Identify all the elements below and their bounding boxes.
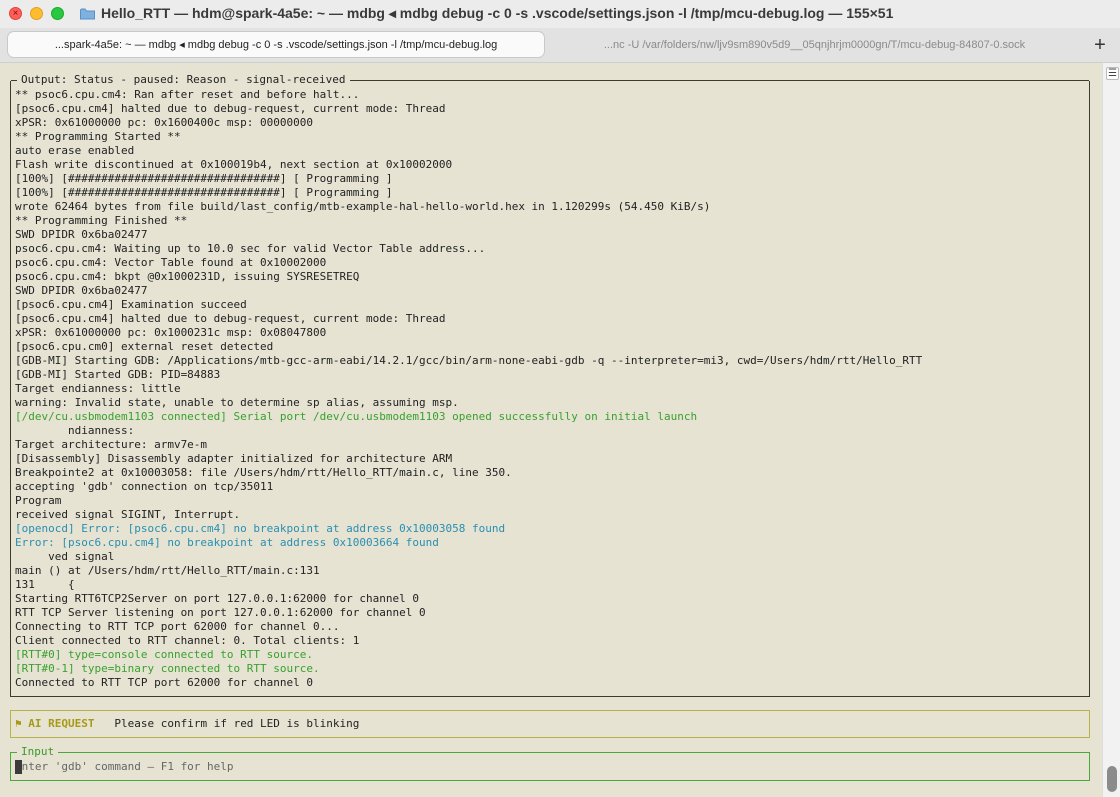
tab-mdbg-debug[interactable]: ...spark-4a5e: ~ — mdbg ◂ mdbg debug -c … xyxy=(7,31,545,58)
window-title: Hello_RTT — hdm@spark-4a5e: ~ — mdbg ◂ m… xyxy=(101,5,894,21)
output-line: [RTT#0] type=console connected to RTT so… xyxy=(15,648,314,661)
output-line: accepting 'gdb' connection on tcp/35011 xyxy=(15,480,274,493)
new-tab-button[interactable]: + xyxy=(1088,33,1112,57)
ai-request-panel: ⚑ AI REQUEST Please confirm if red LED i… xyxy=(10,710,1090,738)
output-line: ** psoc6.cpu.cm4: Ran after reset and be… xyxy=(15,88,360,101)
output-line: warning: Invalid state, unable to determ… xyxy=(15,396,459,409)
output-line: SWD DPIDR 0x6ba02477 xyxy=(15,228,148,241)
output-line: Program xyxy=(15,494,62,507)
tab-label: ...spark-4a5e: ~ — mdbg ◂ mdbg debug -c … xyxy=(54,39,498,51)
input-panel: Input xyxy=(10,745,1090,781)
output-line: psoc6.cpu.cm4: Waiting up to 10.0 sec fo… xyxy=(15,242,486,255)
text-cursor xyxy=(15,760,22,774)
output-line: Error: [psoc6.cpu.cm4] no breakpoint at … xyxy=(15,536,439,549)
minimize-window-button[interactable] xyxy=(30,7,43,20)
output-line: psoc6.cpu.cm4: bkpt @0x1000231D, issuing… xyxy=(15,270,360,283)
output-panel: Output: Status - paused: Reason - signal… xyxy=(10,73,1090,697)
output-line: [100%] [################################… xyxy=(15,186,393,199)
output-log: ** psoc6.cpu.cm4: Ran after reset and be… xyxy=(15,88,922,690)
output-line: Flash write discontinued at 0x100019b4, … xyxy=(15,158,453,171)
flag-icon: ⚑ xyxy=(15,717,22,730)
output-line: ** Programming Started ** xyxy=(15,130,181,143)
scrollbar-menu-icon[interactable]: ☰ xyxy=(1106,67,1119,80)
output-line: xPSR: 0x61000000 pc: 0x1600400c msp: 000… xyxy=(15,116,314,129)
close-window-button[interactable]: × xyxy=(9,7,22,20)
vertical-scrollbar[interactable]: ☰ xyxy=(1102,63,1120,797)
output-line: [100%] [################################… xyxy=(15,172,393,185)
tab-socket[interactable]: ...nc -U /var/folders/nw/ljv9sm890v5d9__… xyxy=(552,31,1077,58)
output-line: received signal SIGINT, Interrupt. xyxy=(15,508,241,521)
output-line: Target architecture: armv7e-m xyxy=(15,438,208,451)
output-line: Starting RTT6TCP2Server on port 127.0.0.… xyxy=(15,592,419,605)
window-titlebar: × Hello_RTT — hdm@spark-4a5e: ~ — mdbg ◂… xyxy=(0,0,1120,28)
output-line: [openocd] Error: [psoc6.cpu.cm4] no brea… xyxy=(15,522,506,535)
output-line: [psoc6.cpu.cm4] halted due to debug-requ… xyxy=(15,102,446,115)
output-line: main () at /Users/hdm/rtt/Hello_RTT/main… xyxy=(15,564,320,577)
output-line: auto erase enabled xyxy=(15,144,135,157)
output-line: Client connected to RTT channel: 0. Tota… xyxy=(15,634,360,647)
output-line: Connected to RTT TCP port 62000 for chan… xyxy=(15,676,314,689)
folder-icon xyxy=(80,8,95,20)
window-title-group: Hello_RTT — hdm@spark-4a5e: ~ — mdbg ◂ m… xyxy=(80,5,893,22)
ai-request-row: ⚑ AI REQUEST Please confirm if red LED i… xyxy=(15,717,359,731)
output-line: 131 { xyxy=(15,578,75,591)
close-icon: × xyxy=(12,7,19,19)
output-line: [Disassembly] Disassembly adapter initia… xyxy=(15,452,453,465)
output-line: [psoc6.cpu.cm0] external reset detected xyxy=(15,340,274,353)
output-line: [/dev/cu.usbmodem1103 connected] Serial … xyxy=(15,410,698,423)
output-line: Target endianness: little xyxy=(15,382,181,395)
ai-request-message: Please confirm if red LED is blinking xyxy=(114,717,360,730)
output-line: [psoc6.cpu.cm4] Examination succeed xyxy=(15,298,247,311)
output-line: [psoc6.cpu.cm4] halted due to debug-requ… xyxy=(15,312,446,325)
output-line: Breakpointe2 at 0x10003058: file /Users/… xyxy=(15,466,512,479)
output-line: RTT TCP Server listening on port 127.0.0… xyxy=(15,606,426,619)
output-line: wrote 62464 bytes from file build/last_c… xyxy=(15,200,711,213)
output-line: SWD DPIDR 0x6ba02477 xyxy=(15,284,148,297)
output-line: [GDB-MI] Starting GDB: /Applications/mtb… xyxy=(15,354,923,367)
output-line: ved signal xyxy=(15,550,115,563)
output-line: [RTT#0-1] type=binary connected to RTT s… xyxy=(15,662,320,675)
input-legend: Input xyxy=(17,745,59,759)
terminal-view[interactable]: Output: Status - paused: Reason - signal… xyxy=(0,63,1102,797)
output-line: ndianness: xyxy=(15,424,135,437)
output-line: xPSR: 0x61000000 pc: 0x1000231c msp: 0x0… xyxy=(15,326,327,339)
output-line: psoc6.cpu.cm4: Vector Table found at 0x1… xyxy=(15,256,327,269)
output-line: ** Programming Finished ** xyxy=(15,214,188,227)
output-line: [GDB-MI] Started GDB: PID=84883 xyxy=(15,368,221,381)
tab-label: ...nc -U /var/folders/nw/ljv9sm890v5d9__… xyxy=(603,38,1026,51)
window-controls: × xyxy=(9,7,64,20)
output-line: Connecting to RTT TCP port 62000 for cha… xyxy=(15,620,340,633)
ai-request-label: AI REQUEST xyxy=(28,717,95,730)
zoom-window-button[interactable] xyxy=(51,7,64,20)
gdb-command-input[interactable] xyxy=(15,760,1075,774)
output-status-legend: Output: Status - paused: Reason - signal… xyxy=(17,73,350,87)
scrollbar-thumb[interactable] xyxy=(1107,766,1117,792)
tab-bar: ...spark-4a5e: ~ — mdbg ◂ mdbg debug -c … xyxy=(0,28,1120,63)
